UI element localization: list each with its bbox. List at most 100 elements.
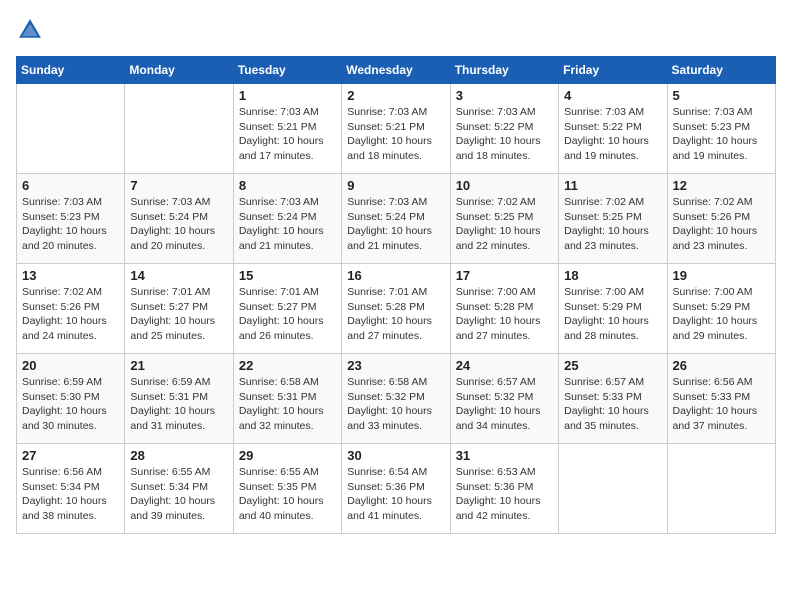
day-info: Sunrise: 7:03 AM Sunset: 5:22 PM Dayligh… (456, 105, 553, 164)
calendar-cell: 9 Sunrise: 7:03 AM Sunset: 5:24 PM Daylig… (342, 174, 450, 264)
calendar-cell (559, 444, 667, 534)
day-number: 28 (130, 448, 227, 463)
calendar-cell: 13 Sunrise: 7:02 AM Sunset: 5:26 PM Dayli… (17, 264, 125, 354)
day-info: Sunrise: 7:01 AM Sunset: 5:27 PM Dayligh… (239, 285, 336, 344)
day-number: 23 (347, 358, 444, 373)
day-number: 8 (239, 178, 336, 193)
weekday-header: Thursday (450, 57, 558, 84)
day-number: 10 (456, 178, 553, 193)
day-number: 21 (130, 358, 227, 373)
calendar-week-row: 13 Sunrise: 7:02 AM Sunset: 5:26 PM Dayli… (17, 264, 776, 354)
day-info: Sunrise: 7:03 AM Sunset: 5:23 PM Dayligh… (22, 195, 119, 254)
day-info: Sunrise: 6:56 AM Sunset: 5:33 PM Dayligh… (673, 375, 770, 434)
calendar-week-row: 6 Sunrise: 7:03 AM Sunset: 5:23 PM Daylig… (17, 174, 776, 264)
day-number: 15 (239, 268, 336, 283)
day-number: 19 (673, 268, 770, 283)
day-info: Sunrise: 7:01 AM Sunset: 5:27 PM Dayligh… (130, 285, 227, 344)
day-info: Sunrise: 6:57 AM Sunset: 5:32 PM Dayligh… (456, 375, 553, 434)
day-info: Sunrise: 7:03 AM Sunset: 5:24 PM Dayligh… (130, 195, 227, 254)
weekday-header: Sunday (17, 57, 125, 84)
day-number: 27 (22, 448, 119, 463)
weekday-header: Monday (125, 57, 233, 84)
calendar-cell: 20 Sunrise: 6:59 AM Sunset: 5:30 PM Dayli… (17, 354, 125, 444)
calendar-cell: 3 Sunrise: 7:03 AM Sunset: 5:22 PM Daylig… (450, 84, 558, 174)
weekday-header: Friday (559, 57, 667, 84)
day-number: 11 (564, 178, 661, 193)
calendar-table: SundayMondayTuesdayWednesdayThursdayFrid… (16, 56, 776, 534)
weekday-header: Saturday (667, 57, 775, 84)
day-info: Sunrise: 7:02 AM Sunset: 5:26 PM Dayligh… (22, 285, 119, 344)
day-info: Sunrise: 7:03 AM Sunset: 5:24 PM Dayligh… (239, 195, 336, 254)
day-number: 6 (22, 178, 119, 193)
day-info: Sunrise: 6:55 AM Sunset: 5:34 PM Dayligh… (130, 465, 227, 524)
calendar-cell: 29Sunrise: 6:55 AM Sunset: 5:35 PM Dayli… (233, 444, 341, 534)
calendar-cell: 25 Sunrise: 6:57 AM Sunset: 5:33 PM Dayli… (559, 354, 667, 444)
day-number: 18 (564, 268, 661, 283)
day-number: 3 (456, 88, 553, 103)
day-info: Sunrise: 7:00 AM Sunset: 5:29 PM Dayligh… (673, 285, 770, 344)
calendar-cell: 5Sunrise: 7:03 AM Sunset: 5:23 PM Daylig… (667, 84, 775, 174)
day-number: 7 (130, 178, 227, 193)
day-info: Sunrise: 6:57 AM Sunset: 5:33 PM Dayligh… (564, 375, 661, 434)
calendar-cell: 28 Sunrise: 6:55 AM Sunset: 5:34 PM Dayli… (125, 444, 233, 534)
day-number: 26 (673, 358, 770, 373)
day-number: 22 (239, 358, 336, 373)
calendar-cell (125, 84, 233, 174)
day-info: Sunrise: 7:00 AM Sunset: 5:28 PM Dayligh… (456, 285, 553, 344)
day-info: Sunrise: 7:02 AM Sunset: 5:25 PM Dayligh… (564, 195, 661, 254)
day-info: Sunrise: 7:03 AM Sunset: 5:24 PM Dayligh… (347, 195, 444, 254)
calendar-cell: 31Sunrise: 6:53 AM Sunset: 5:36 PM Dayli… (450, 444, 558, 534)
calendar-cell (667, 444, 775, 534)
day-info: Sunrise: 6:56 AM Sunset: 5:34 PM Dayligh… (22, 465, 119, 524)
day-info: Sunrise: 7:00 AM Sunset: 5:29 PM Dayligh… (564, 285, 661, 344)
day-number: 17 (456, 268, 553, 283)
day-number: 30 (347, 448, 444, 463)
calendar-cell: 26 Sunrise: 6:56 AM Sunset: 5:33 PM Dayli… (667, 354, 775, 444)
calendar-cell: 7 Sunrise: 7:03 AM Sunset: 5:24 PM Daylig… (125, 174, 233, 264)
day-number: 12 (673, 178, 770, 193)
day-info: Sunrise: 6:59 AM Sunset: 5:31 PM Dayligh… (130, 375, 227, 434)
day-number: 13 (22, 268, 119, 283)
calendar-cell: 18 Sunrise: 7:00 AM Sunset: 5:29 PM Dayli… (559, 264, 667, 354)
calendar-cell: 30 Sunrise: 6:54 AM Sunset: 5:36 PM Dayli… (342, 444, 450, 534)
day-info: Sunrise: 7:01 AM Sunset: 5:28 PM Dayligh… (347, 285, 444, 344)
day-info: Sunrise: 6:58 AM Sunset: 5:32 PM Dayligh… (347, 375, 444, 434)
calendar-cell: 22 Sunrise: 6:58 AM Sunset: 5:31 PM Dayli… (233, 354, 341, 444)
calendar-cell: 2 Sunrise: 7:03 AM Sunset: 5:21 PM Daylig… (342, 84, 450, 174)
day-info: Sunrise: 6:55 AM Sunset: 5:35 PM Dayligh… (239, 465, 336, 524)
day-info: Sunrise: 7:02 AM Sunset: 5:26 PM Dayligh… (673, 195, 770, 254)
calendar-cell: 24 Sunrise: 6:57 AM Sunset: 5:32 PM Dayli… (450, 354, 558, 444)
page-header (16, 16, 776, 44)
logo-icon (16, 16, 44, 44)
day-number: 20 (22, 358, 119, 373)
calendar-cell: 15 Sunrise: 7:01 AM Sunset: 5:27 PM Dayli… (233, 264, 341, 354)
day-info: Sunrise: 6:59 AM Sunset: 5:30 PM Dayligh… (22, 375, 119, 434)
weekday-header: Tuesday (233, 57, 341, 84)
calendar-week-row: 1 Sunrise: 7:03 AM Sunset: 5:21 PM Daylig… (17, 84, 776, 174)
day-number: 14 (130, 268, 227, 283)
day-info: Sunrise: 7:02 AM Sunset: 5:25 PM Dayligh… (456, 195, 553, 254)
calendar-cell: 19 Sunrise: 7:00 AM Sunset: 5:29 PM Dayli… (667, 264, 775, 354)
day-info: Sunrise: 7:03 AM Sunset: 5:21 PM Dayligh… (347, 105, 444, 164)
day-number: 2 (347, 88, 444, 103)
calendar-cell: 10 Sunrise: 7:02 AM Sunset: 5:25 PM Dayli… (450, 174, 558, 264)
day-number: 31 (456, 448, 553, 463)
calendar-cell: 16Sunrise: 7:01 AM Sunset: 5:28 PM Dayli… (342, 264, 450, 354)
calendar-cell: 14 Sunrise: 7:01 AM Sunset: 5:27 PM Dayli… (125, 264, 233, 354)
weekday-header: Wednesday (342, 57, 450, 84)
day-info: Sunrise: 7:03 AM Sunset: 5:21 PM Dayligh… (239, 105, 336, 164)
day-number: 9 (347, 178, 444, 193)
day-number: 24 (456, 358, 553, 373)
day-number: 1 (239, 88, 336, 103)
day-number: 25 (564, 358, 661, 373)
calendar-cell: 11 Sunrise: 7:02 AM Sunset: 5:25 PM Dayli… (559, 174, 667, 264)
day-number: 5 (673, 88, 770, 103)
calendar-week-row: 20 Sunrise: 6:59 AM Sunset: 5:30 PM Dayli… (17, 354, 776, 444)
day-number: 4 (564, 88, 661, 103)
calendar-cell: 27 Sunrise: 6:56 AM Sunset: 5:34 PM Dayli… (17, 444, 125, 534)
day-info: Sunrise: 6:54 AM Sunset: 5:36 PM Dayligh… (347, 465, 444, 524)
calendar-cell: 17 Sunrise: 7:00 AM Sunset: 5:28 PM Dayli… (450, 264, 558, 354)
calendar-cell: 12 Sunrise: 7:02 AM Sunset: 5:26 PM Dayli… (667, 174, 775, 264)
day-info: Sunrise: 6:58 AM Sunset: 5:31 PM Dayligh… (239, 375, 336, 434)
day-info: Sunrise: 7:03 AM Sunset: 5:22 PM Dayligh… (564, 105, 661, 164)
